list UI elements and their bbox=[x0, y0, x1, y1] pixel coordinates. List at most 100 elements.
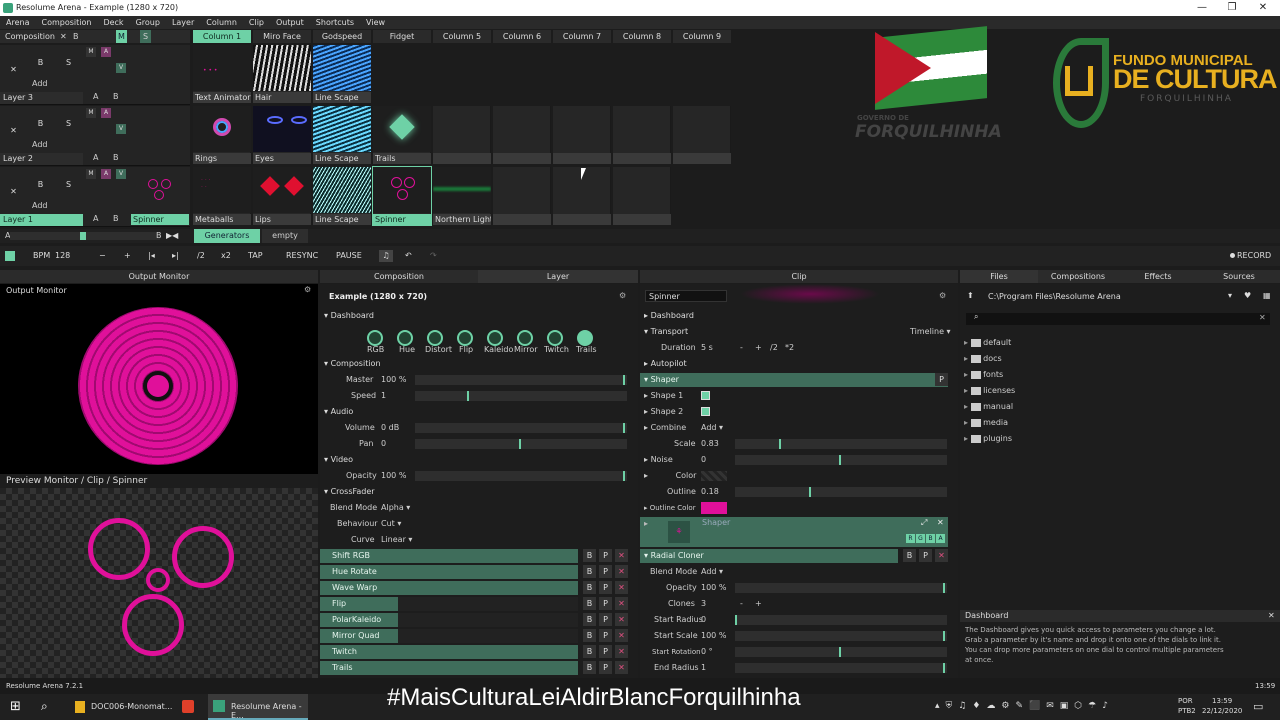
effect-mirror-quad[interactable]: Mirror Quad bbox=[320, 629, 578, 643]
volume-value[interactable]: 0 dB bbox=[381, 421, 399, 435]
menu-arena[interactable]: Arena bbox=[0, 16, 35, 29]
bpm-double-button[interactable]: x2 bbox=[221, 246, 231, 266]
menu-output[interactable]: Output bbox=[270, 16, 310, 29]
comp-dashboard-header[interactable]: ▾ Dashboard bbox=[324, 309, 374, 323]
layer-tab[interactable]: Layer bbox=[478, 270, 638, 283]
clip-transport-header[interactable]: ▾ Transport bbox=[644, 325, 688, 339]
taskbar-app-doc[interactable]: DOC006-Monomat... bbox=[91, 702, 172, 711]
bpm-half-button[interactable]: /2 bbox=[197, 246, 205, 266]
radial-bypass-button[interactable]: B bbox=[903, 549, 916, 562]
menu-composition[interactable]: Composition bbox=[35, 16, 97, 29]
cf-curve-dropdown[interactable]: Linear ▾ bbox=[381, 533, 412, 547]
menu-clip[interactable]: Clip bbox=[243, 16, 270, 29]
layer-1-solo-button[interactable]: S bbox=[62, 178, 75, 191]
effect-bypass-button[interactable]: B bbox=[583, 645, 596, 658]
composition-mute-button[interactable]: M bbox=[116, 30, 127, 43]
duration-double[interactable]: *2 bbox=[785, 341, 794, 355]
composition-solo-button[interactable]: S bbox=[140, 30, 151, 43]
layer-3-v-button[interactable]: V bbox=[116, 63, 126, 73]
effect-preset-button[interactable]: P bbox=[599, 549, 612, 562]
radial-remove-button[interactable]: ✕ bbox=[935, 549, 948, 562]
layer-2-a-button[interactable]: A bbox=[101, 108, 111, 118]
cf-behaviour-dropdown[interactable]: Cut ▾ bbox=[381, 517, 401, 531]
language-indicator-2[interactable]: PTB2 bbox=[1178, 707, 1196, 715]
composition-settings-icon[interactable]: ⚙ bbox=[619, 291, 626, 300]
folder-item[interactable]: ▸ fonts bbox=[964, 368, 1015, 384]
effect-remove-button[interactable]: ✕ bbox=[615, 597, 628, 610]
bpm-plus-button[interactable]: + bbox=[124, 246, 131, 266]
folder-item[interactable]: ▸ plugins bbox=[964, 432, 1015, 448]
output-monitor-header[interactable]: Output Monitor bbox=[0, 270, 318, 283]
menu-layer[interactable]: Layer bbox=[166, 16, 200, 29]
layer-2-clear-button[interactable]: ✕ bbox=[7, 124, 20, 137]
effect-shift-rgb[interactable]: Shift RGB bbox=[320, 549, 578, 563]
effect-bypass-button[interactable]: B bbox=[583, 661, 596, 674]
layer-3-name[interactable]: Layer 3 bbox=[0, 92, 83, 104]
search-taskbar-icon[interactable]: ⌕ bbox=[41, 699, 48, 714]
rgba-a-toggle[interactable]: A bbox=[936, 534, 945, 543]
output-settings-icon[interactable]: ⚙ bbox=[304, 285, 311, 294]
clip-slot[interactable]: Line Scape bbox=[313, 167, 371, 225]
duration-minus[interactable]: - bbox=[740, 341, 743, 355]
noise-row[interactable]: ▸ Noise bbox=[644, 453, 673, 467]
menu-group[interactable]: Group bbox=[130, 16, 166, 29]
cf-blend-dropdown[interactable]: Alpha ▾ bbox=[381, 501, 410, 515]
composition-tab[interactable]: Composition bbox=[320, 270, 478, 283]
deck-tab-generators[interactable]: Generators bbox=[194, 229, 260, 243]
color-swatch[interactable] bbox=[701, 471, 727, 481]
folder-item[interactable]: ▸ media bbox=[964, 416, 1015, 432]
clip-slot[interactable] bbox=[673, 106, 731, 164]
layer-2-v-button[interactable]: V bbox=[116, 124, 126, 134]
current-path[interactable]: C:\Program Files\Resolume Arena bbox=[988, 292, 1121, 301]
effect-preset-button[interactable]: P bbox=[599, 613, 612, 626]
nudge-forward-button[interactable]: ▸| bbox=[172, 246, 179, 266]
crossfader-header[interactable]: ▾ CrossFader bbox=[324, 485, 375, 499]
tap-button[interactable]: TAP bbox=[248, 246, 263, 266]
rgba-b-toggle[interactable]: B bbox=[926, 534, 935, 543]
start-radius-slider[interactable] bbox=[735, 615, 947, 625]
end-radius-value[interactable]: 1 bbox=[701, 661, 706, 675]
file-explorer-icon[interactable] bbox=[75, 701, 85, 713]
layer-3-bypass-button[interactable]: B bbox=[34, 56, 47, 69]
menu-view[interactable]: View bbox=[360, 16, 391, 29]
brave-browser-icon[interactable] bbox=[182, 700, 194, 713]
shape1-checkbox[interactable] bbox=[701, 391, 710, 400]
taskbar-date[interactable]: 22/12/2020 bbox=[1202, 707, 1242, 715]
volume-slider[interactable] bbox=[415, 423, 627, 433]
shaper-header[interactable]: ▾ Shaper bbox=[640, 373, 948, 387]
clones-value[interactable]: 3 bbox=[701, 597, 706, 611]
effect-bypass-button[interactable]: B bbox=[583, 549, 596, 562]
effect-preset-button[interactable]: P bbox=[599, 565, 612, 578]
outline-value[interactable]: 0.18 bbox=[701, 485, 719, 499]
menu-shortcuts[interactable]: Shortcuts bbox=[310, 16, 360, 29]
start-radius-value[interactable]: 0 bbox=[701, 613, 706, 627]
redo-icon[interactable]: ↷ bbox=[430, 246, 437, 266]
duration-plus[interactable]: + bbox=[755, 341, 762, 355]
layer-1-name[interactable]: Layer 1 bbox=[0, 214, 83, 226]
close-window-button[interactable]: ✕ bbox=[1248, 0, 1278, 16]
layer-2-solo-button[interactable]: S bbox=[62, 117, 75, 130]
effect-remove-button[interactable]: ✕ bbox=[615, 661, 628, 674]
search-clear-icon[interactable]: ✕ bbox=[1259, 313, 1266, 322]
shape1-row[interactable]: ▸ Shape 1 bbox=[644, 389, 683, 403]
color-row[interactable]: ▸ Color bbox=[644, 469, 696, 483]
layer-3-crossfade-a[interactable]: A bbox=[93, 92, 98, 101]
windows-start-icon[interactable]: ⊞ bbox=[10, 699, 21, 714]
menu-deck[interactable]: Deck bbox=[97, 16, 129, 29]
outline-color-swatch[interactable] bbox=[701, 502, 727, 514]
clip-slot[interactable]: · · · · · Metaballs bbox=[193, 167, 251, 225]
maximize-button[interactable]: ❐ bbox=[1217, 0, 1247, 16]
comp-audio-header[interactable]: ▾ Audio bbox=[324, 405, 353, 419]
comp-opacity-value[interactable]: 100 % bbox=[381, 469, 406, 483]
layer-1-a-button[interactable]: A bbox=[101, 169, 111, 179]
effect-trails[interactable]: Trails bbox=[320, 661, 578, 675]
layer-3-add-button[interactable]: Add bbox=[32, 79, 48, 88]
layer-3-solo-button[interactable]: S bbox=[62, 56, 75, 69]
pan-value[interactable]: 0 bbox=[381, 437, 386, 451]
favorites-icon[interactable]: ♥ bbox=[1244, 291, 1251, 300]
duration-half[interactable]: /2 bbox=[770, 341, 778, 355]
pan-slider[interactable] bbox=[415, 439, 627, 449]
layer-1-v-button[interactable]: V bbox=[116, 169, 126, 179]
column-header-2[interactable]: Miro Face bbox=[253, 30, 311, 43]
effect-remove-button[interactable]: ✕ bbox=[615, 549, 628, 562]
